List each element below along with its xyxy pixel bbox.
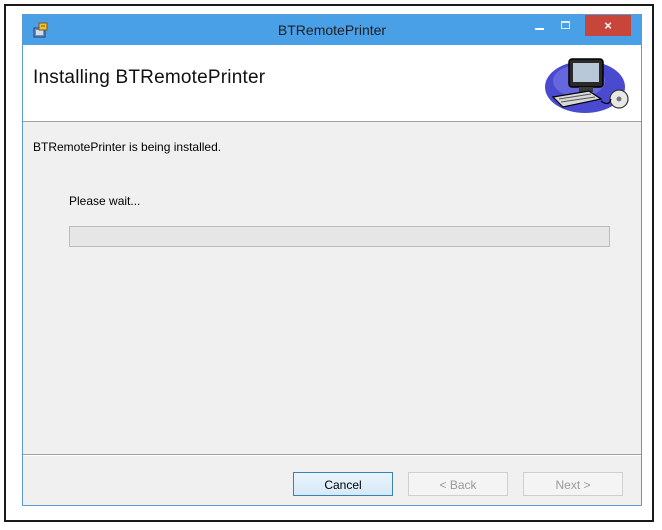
back-button[interactable]: < Back: [408, 472, 508, 496]
close-button[interactable]: ×: [585, 15, 631, 36]
installer-header: Installing BTRemotePrinter: [23, 45, 641, 122]
install-progress-bar: [69, 226, 610, 247]
next-button[interactable]: Next >: [523, 472, 623, 496]
status-text: BTRemotePrinter is being installed.: [33, 140, 222, 154]
footer-divider: [23, 454, 641, 456]
maximize-icon: [561, 21, 570, 29]
title-bar[interactable]: BTRemotePrinter ×: [23, 15, 641, 45]
minimize-icon: [535, 28, 544, 30]
installer-window: BTRemotePrinter × Installing BTRemotePri…: [22, 14, 642, 506]
maximize-button[interactable]: [553, 15, 579, 36]
close-icon: ×: [604, 18, 612, 33]
minimize-button[interactable]: [527, 15, 553, 36]
computer-installer-icon: [545, 58, 629, 113]
cancel-button[interactable]: Cancel: [293, 472, 393, 496]
wait-label: Please wait...: [69, 194, 141, 208]
page-title: Installing BTRemotePrinter: [33, 67, 266, 88]
